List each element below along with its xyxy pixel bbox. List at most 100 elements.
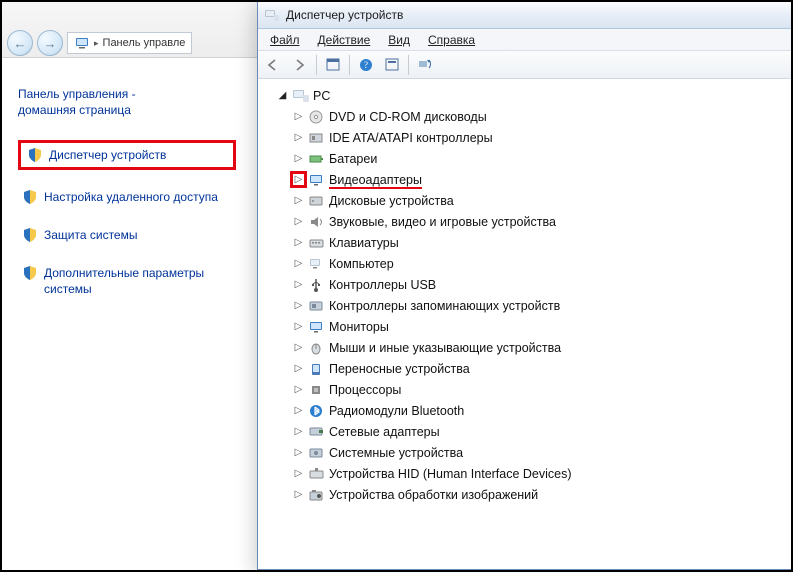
tree-node-label: IDE ATA/ATAPI контроллеры <box>329 131 493 145</box>
arrow-left-icon: ← <box>14 36 27 51</box>
expand-icon[interactable]: ▷ <box>292 131 305 144</box>
tree-node-dvd[interactable]: ▷DVD и CD-ROM дисководы <box>264 106 787 127</box>
toolbar-forward-button[interactable] <box>288 54 312 76</box>
expand-icon[interactable]: ▷ <box>292 194 305 207</box>
tree-node-system-devices[interactable]: ▷Системные устройства <box>264 442 787 463</box>
expand-icon[interactable]: ▷ <box>292 110 305 123</box>
toolbar: ? <box>258 51 791 79</box>
battery-icon <box>308 151 326 167</box>
ide-icon <box>308 130 326 146</box>
expand-icon[interactable]: ▷ <box>292 488 305 501</box>
tree-node-storage-controllers[interactable]: ▷ Контроллеры запоминающих устройств <box>264 295 787 316</box>
forward-button[interactable]: → <box>37 30 63 56</box>
device-manager-icon <box>264 7 280 23</box>
expand-icon[interactable]: ▷ <box>292 278 305 291</box>
tree-node-imaging[interactable]: ▷ Устройства обработки изображений <box>264 484 787 505</box>
expand-icon[interactable]: ▷ <box>292 341 305 354</box>
tree-node-monitors[interactable]: ▷ Мониторы <box>264 316 787 337</box>
sidebar-item-advanced-settings[interactable]: Дополнительные параметры системы <box>18 262 236 300</box>
expand-icon[interactable]: ▷ <box>292 173 305 186</box>
toolbar-separator <box>408 55 409 75</box>
tree-node-usb-controllers[interactable]: ▷ Контроллеры USB <box>264 274 787 295</box>
tree-node-label: Дисковые устройства <box>329 194 454 208</box>
collapse-icon[interactable]: ◢ <box>276 89 289 102</box>
tree-node-label: Устройства HID (Human Interface Devices) <box>329 467 572 481</box>
toolbar-help-button[interactable]: ? <box>354 54 378 76</box>
menu-file[interactable]: Файл <box>262 31 308 49</box>
storage-icon <box>308 298 326 314</box>
menubar: Файл Действие Вид Справка <box>258 29 791 51</box>
toolbar-properties-button[interactable] <box>321 54 345 76</box>
sound-icon <box>308 214 326 230</box>
keyboard-icon <box>308 235 326 251</box>
breadcrumb[interactable]: ▸ Панель управле <box>67 32 192 54</box>
control-panel-sidebar: Панель управления - домашняя страница Ди… <box>0 70 248 316</box>
tree-node-label: Контроллеры запоминающих устройств <box>329 299 560 313</box>
tree-node-label: Процессоры <box>329 383 401 397</box>
toolbar-scan-button[interactable] <box>380 54 404 76</box>
menu-help[interactable]: Справка <box>420 31 483 49</box>
sidebar-item-remote-settings[interactable]: Настройка удаленного доступа <box>18 186 236 208</box>
network-icon <box>308 424 326 440</box>
tree-node-network-adapters[interactable]: ▷Сетевые адаптеры <box>264 421 787 442</box>
portable-icon <box>308 361 326 377</box>
expand-icon[interactable]: ▷ <box>292 236 305 249</box>
cp-home-link[interactable]: Панель управления - домашняя страница <box>18 86 236 118</box>
computer-icon <box>292 88 310 104</box>
tree-node-portable[interactable]: ▷Переносные устройства <box>264 358 787 379</box>
cpu-icon <box>308 382 326 398</box>
tree-node-label: Контроллеры USB <box>329 278 436 292</box>
titlebar[interactable]: Диспетчер устройств <box>258 1 791 29</box>
expand-icon[interactable]: ▷ <box>292 383 305 396</box>
tree-node-label: Радиомодули Bluetooth <box>329 404 464 418</box>
tree-node-computer[interactable]: ▷Компьютер <box>264 253 787 274</box>
shield-icon <box>22 227 38 243</box>
device-tree[interactable]: ◢ PC ▷DVD и CD-ROM дисководы▷IDE ATA/ATA… <box>258 79 791 569</box>
back-button[interactable]: ← <box>7 30 33 56</box>
menu-action[interactable]: Действие <box>310 31 379 49</box>
breadcrumb-segment[interactable]: Панель управле <box>103 37 186 49</box>
expand-icon[interactable]: ▷ <box>292 467 305 480</box>
tree-node-label: Мониторы <box>329 320 389 334</box>
toolbar-separator <box>349 55 350 75</box>
tree-node-label: Устройства обработки изображений <box>329 488 538 502</box>
sidebar-item-label: Настройка удаленного доступа <box>44 189 218 205</box>
display-icon <box>308 172 326 188</box>
tree-node-mice[interactable]: ▷Мыши и иные указывающие устройства <box>264 337 787 358</box>
expand-icon[interactable]: ▷ <box>292 299 305 312</box>
expand-icon[interactable]: ▷ <box>292 404 305 417</box>
tree-node-battery[interactable]: ▷Батареи <box>264 148 787 169</box>
chevron-right-icon: ▸ <box>94 38 99 49</box>
toolbar-refresh-button[interactable] <box>413 54 437 76</box>
expand-icon[interactable]: ▷ <box>292 320 305 333</box>
tree-root[interactable]: ◢ PC <box>264 85 787 106</box>
sidebar-item-label: Защита системы <box>44 227 137 243</box>
hid-icon <box>308 466 326 482</box>
tree-node-bluetooth[interactable]: ▷ Радиомодули Bluetooth <box>264 400 787 421</box>
tree-node-sound[interactable]: ▷Звуковые, видео и игровые устройства <box>264 211 787 232</box>
menu-view[interactable]: Вид <box>380 31 418 49</box>
tree-node-ide[interactable]: ▷ IDE ATA/ATAPI контроллеры <box>264 127 787 148</box>
arrow-right-icon: → <box>44 36 57 51</box>
expand-icon[interactable]: ▷ <box>292 425 305 438</box>
shield-icon <box>27 147 43 163</box>
tree-node-disk-drives[interactable]: ▷ Дисковые устройства <box>264 190 787 211</box>
toolbar-back-button[interactable] <box>262 54 286 76</box>
mouse-icon <box>308 340 326 356</box>
expand-icon[interactable]: ▷ <box>292 257 305 270</box>
tree-node-hid[interactable]: ▷ Устройства HID (Human Interface Devices… <box>264 463 787 484</box>
expand-icon[interactable]: ▷ <box>292 362 305 375</box>
sidebar-item-system-protection[interactable]: Защита системы <box>18 224 236 246</box>
usb-icon <box>308 277 326 293</box>
expand-icon[interactable]: ▷ <box>292 152 305 165</box>
expand-icon[interactable]: ▷ <box>292 215 305 228</box>
tree-node-processors[interactable]: ▷ Процессоры <box>264 379 787 400</box>
sidebar-item-device-manager[interactable]: Диспетчер устройств <box>18 140 236 170</box>
tree-node-display-adapters[interactable]: ▷Видеоадаптеры <box>264 169 787 190</box>
bluetooth-icon <box>308 403 326 419</box>
tree-root-label: PC <box>313 89 330 103</box>
expand-icon[interactable]: ▷ <box>292 446 305 459</box>
tree-node-keyboard[interactable]: ▷Клавиатуры <box>264 232 787 253</box>
disk-icon <box>308 193 326 209</box>
sidebar-item-label: Дополнительные параметры системы <box>44 265 232 297</box>
